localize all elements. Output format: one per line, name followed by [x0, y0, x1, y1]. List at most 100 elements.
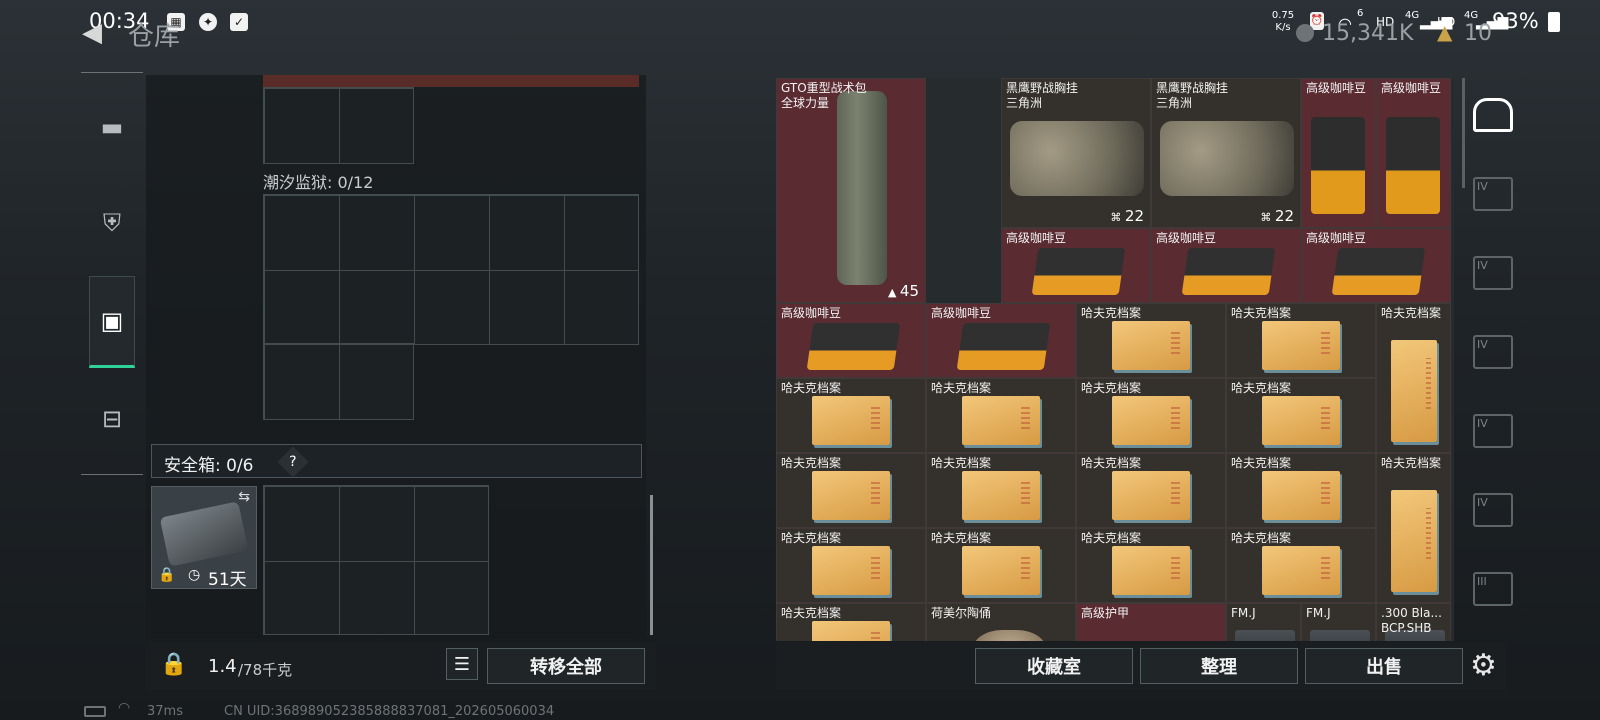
stash-item[interactable]: 哈夫克档案: [1076, 528, 1226, 603]
stash-item[interactable]: 哈夫克档案: [776, 453, 926, 528]
stash-item[interactable]: 高级护甲: [1076, 603, 1226, 641]
coffee-bag-icon: [1331, 247, 1426, 295]
stash-item[interactable]: 高级咖啡豆: [1151, 228, 1301, 303]
stash-item[interactable]: 哈夫克档案: [1376, 453, 1451, 603]
sell-button[interactable]: 出售: [1305, 648, 1463, 684]
item-name: 哈夫克档案: [1081, 531, 1142, 545]
item-name: 哈夫克档案: [781, 606, 842, 620]
stash-item[interactable]: FM.J: [1301, 603, 1376, 641]
stash-item[interactable]: 高级咖啡豆: [1301, 78, 1376, 228]
stash-item[interactable]: 黑鹰野战胸挂 三角洲 ⌘ 22: [1151, 78, 1301, 228]
sell-label: 出售: [1366, 657, 1402, 678]
coffee-bag-icon: [1031, 247, 1126, 295]
item-name: 高级护甲: [1081, 606, 1130, 620]
item-subname: 三角洲: [1156, 96, 1193, 110]
stash-item[interactable]: 哈夫克档案: [1076, 453, 1226, 528]
item-name: FM.J: [1231, 606, 1256, 620]
nav-tools[interactable]: ⊟: [89, 373, 135, 465]
wifi-icon: ◠: [118, 700, 131, 716]
container1-grid-lower[interactable]: [263, 343, 414, 420]
item-name: 高级咖啡豆: [931, 306, 992, 320]
stash-item[interactable]: 哈夫克档案: [1226, 453, 1376, 528]
stash-item[interactable]: 高级咖啡豆: [776, 303, 926, 378]
capacity-icon: ▲: [887, 286, 900, 299]
figurine-item-icon: [972, 630, 1047, 641]
stash-tab[interactable]: IV: [1473, 177, 1513, 211]
stash-item[interactable]: 哈夫克档案: [1226, 528, 1376, 603]
collection-button[interactable]: 收藏室: [975, 648, 1133, 684]
item-name: 哈夫克档案: [1081, 306, 1142, 320]
stash-item[interactable]: .300 Bla... BCP.SHB: [1376, 603, 1451, 641]
item-name: 高级咖啡豆: [1306, 231, 1367, 245]
stash-item[interactable]: 高级咖啡豆: [926, 303, 1076, 378]
back-arrow-icon[interactable]: ◀: [82, 18, 102, 48]
list-view-button[interactable]: ☰: [446, 648, 478, 680]
safe-box-slot[interactable]: ⇆ 🔒 ◷ 51天: [151, 486, 257, 590]
left-scrollbar[interactable]: [650, 495, 653, 635]
stash-tab[interactable]: IV: [1473, 256, 1513, 290]
stash-item[interactable]: FM.J: [1226, 603, 1301, 641]
item-name: 黑鹰野战胸挂 三角洲: [1006, 81, 1079, 110]
document-item-icon: [1261, 395, 1340, 445]
document-item-icon: [1390, 340, 1437, 442]
transfer-all-label: 转移全部: [530, 657, 602, 678]
item-name: 哈夫克档案: [781, 381, 842, 395]
stash-scrollbar[interactable]: [1462, 78, 1465, 188]
stash-item[interactable]: 高级咖啡豆: [1376, 78, 1451, 228]
stash-tab[interactable]: III: [1473, 572, 1513, 606]
item-name: 哈夫克档案: [1081, 381, 1142, 395]
stash-tab[interactable]: IV: [1473, 335, 1513, 369]
ping-value: 37ms: [147, 704, 183, 719]
stash-item[interactable]: 荷美尔陶俑: [926, 603, 1076, 641]
swap-icon[interactable]: ⇆: [238, 489, 250, 505]
container-top-strip: [263, 75, 639, 87]
backpack-icon: ▣: [100, 307, 124, 335]
item-name: 哈夫克档案: [781, 531, 842, 545]
document-item-icon: [1261, 320, 1340, 370]
stash-item[interactable]: 哈夫克档案: [776, 528, 926, 603]
battery-percent: 93%: [1492, 9, 1539, 33]
transfer-all-button[interactable]: 转移全部: [487, 648, 645, 684]
net-speed-value: 0.75: [1271, 10, 1295, 21]
stash-item[interactable]: GTO重型战术包 全球力量 ▲ 45: [776, 78, 926, 303]
stash-tabs: IV IV IV IV IV III: [1467, 78, 1519, 641]
container-grid-top[interactable]: [263, 87, 414, 164]
item-name: 高级咖啡豆: [1006, 231, 1067, 245]
armor-icon: ⛨: [103, 209, 121, 237]
nav-weapon[interactable]: ▬: [89, 81, 135, 173]
sort-button[interactable]: 整理: [1140, 648, 1298, 684]
item-name: 高级咖啡豆: [781, 306, 842, 320]
item-name: 哈夫克档案: [781, 456, 842, 470]
safe-box-timer: 51天: [208, 570, 247, 590]
nav-gear[interactable]: ⛨: [89, 177, 135, 269]
stash-item[interactable]: 哈夫克档案: [1226, 303, 1376, 378]
container1-grid[interactable]: [263, 194, 639, 345]
stash-item[interactable]: 哈夫克档案: [776, 378, 926, 453]
gear-icon[interactable]: ⚙: [1470, 648, 1497, 683]
stash-item[interactable]: 哈夫克档案: [1076, 303, 1226, 378]
help-icon[interactable]: ?: [277, 446, 309, 478]
coffee-bag-icon: [956, 322, 1051, 370]
stash-item[interactable]: 高级咖啡豆: [1301, 228, 1451, 303]
stash-item[interactable]: 高级咖啡豆: [1001, 228, 1151, 303]
stash-tab[interactable]: IV: [1473, 493, 1513, 527]
stash-tab[interactable]: IV: [1473, 414, 1513, 448]
item-name: 哈夫克档案: [1231, 306, 1292, 320]
safe-box-grid[interactable]: [263, 485, 489, 635]
stash-item[interactable]: 哈夫克档案: [1076, 378, 1226, 453]
stash-item[interactable]: 哈夫克档案: [1226, 378, 1376, 453]
item-name: 哈夫克档案: [1231, 456, 1292, 470]
item-subname: 三角洲: [1006, 96, 1043, 110]
stash-item[interactable]: 哈夫克档案: [926, 378, 1076, 453]
stash-item[interactable]: 哈夫克档案: [926, 528, 1076, 603]
clock-icon: ◷: [188, 567, 201, 583]
coffee-bag-icon: [806, 322, 901, 370]
stash-item[interactable]: 哈夫克档案: [926, 453, 1076, 528]
document-item-icon: [1111, 470, 1190, 520]
stash-item[interactable]: 黑鹰野战胸挂 三角洲 ⌘ 22: [1001, 78, 1151, 228]
storage-tab-icon: III: [1477, 575, 1487, 588]
nav-backpack[interactable]: ▣: [89, 276, 135, 368]
stash-tab[interactable]: [1473, 98, 1513, 132]
stash-item[interactable]: 哈夫克档案: [1376, 303, 1451, 453]
stash-item[interactable]: 哈夫克档案: [776, 603, 926, 641]
